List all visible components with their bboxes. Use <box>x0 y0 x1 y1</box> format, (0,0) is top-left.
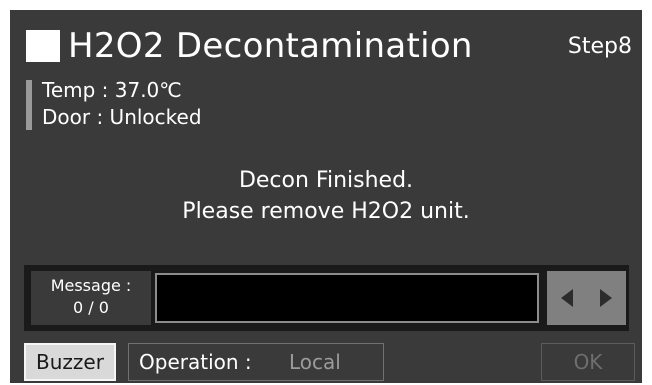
triangle-right-icon <box>600 289 612 307</box>
main-message-line-2: Please remove H2O2 unit. <box>182 199 470 224</box>
operation-mode: Operation : Local <box>128 343 384 381</box>
triangle-left-icon <box>561 289 573 307</box>
message-label-box: Message : 0 / 0 <box>31 271 151 325</box>
status-panel: Temp : 37.0℃ Door : Unlocked <box>42 77 202 131</box>
main-message: Decon Finished. Please remove H2O2 unit. <box>10 165 642 227</box>
message-display <box>155 273 539 323</box>
door-status: Door : Unlocked <box>42 105 202 129</box>
previous-message-button[interactable] <box>547 271 587 325</box>
temp-readout: Temp : 37.0℃ <box>42 78 182 102</box>
buzzer-button[interactable]: Buzzer <box>24 343 116 381</box>
message-label: Message : <box>50 276 132 295</box>
white-square-icon <box>26 30 60 62</box>
main-message-line-1: Decon Finished. <box>238 168 414 193</box>
page-title: H2O2 Decontamination <box>68 26 473 66</box>
message-panel: Message : 0 / 0 <box>24 265 629 331</box>
hmi-screen: H2O2 Decontamination Step8 Temp : 37.0℃ … <box>10 10 642 383</box>
status-accent-bar <box>26 80 32 130</box>
operation-label: Operation : <box>139 350 252 374</box>
operation-value: Local <box>289 350 341 374</box>
ok-button[interactable]: OK <box>541 343 635 381</box>
step-indicator: Step8 <box>567 34 632 59</box>
message-counter: 0 / 0 <box>73 298 109 317</box>
next-message-button[interactable] <box>586 271 626 325</box>
